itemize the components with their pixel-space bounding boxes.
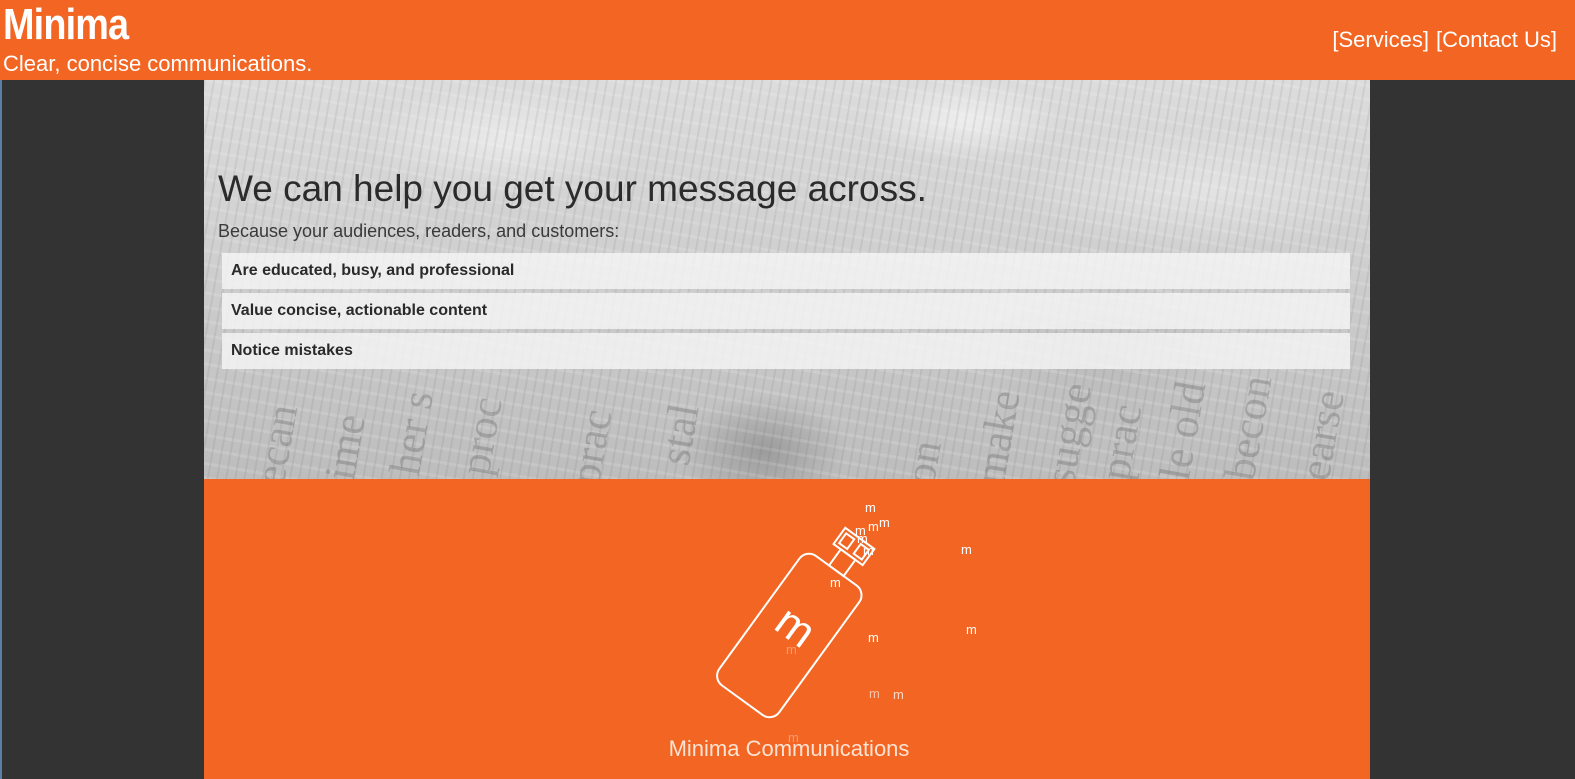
- site-logo-text[interactable]: Minima: [3, 0, 129, 50]
- list-item: Value concise, actionable content: [222, 293, 1350, 329]
- site-tagline: Clear, concise communications.: [3, 51, 313, 76]
- background-newsprint: ime: [314, 410, 375, 479]
- spray-glyph: m: [961, 542, 972, 557]
- spray-glyph: m: [966, 622, 977, 637]
- spray-glyph: m: [865, 500, 876, 515]
- background-newsprint: stal: [649, 399, 709, 469]
- spray-bottle-icon: m m m m m m m m m m m m m m m: [716, 500, 977, 745]
- hero-subtitle: Because your audiences, readers, and cus…: [218, 221, 620, 241]
- bottle-neck: [827, 547, 857, 578]
- hero-title: We can help you get your message across.: [218, 168, 927, 209]
- left-edge-border: [0, 80, 2, 779]
- spray-glyph: m: [868, 630, 879, 645]
- brand-footer: m m m m m m m m m m m m m m m Minima Com…: [204, 479, 1370, 779]
- nav-link-contact-us[interactable]: [Contact Us]: [1436, 27, 1557, 53]
- spray-glyph: m: [830, 575, 841, 590]
- spray-glyph: m: [879, 515, 890, 530]
- spray-glyph: m: [868, 519, 879, 534]
- reasons-list: Are educated, busy, and professional Val…: [222, 253, 1350, 373]
- spray-glyph: m: [863, 543, 874, 558]
- list-item: Notice mistakes: [222, 333, 1350, 369]
- main-nav: [Services] [Contact Us]: [1332, 27, 1557, 53]
- site-header: Minima Clear, concise communications. [S…: [0, 0, 1575, 80]
- list-item: Are educated, busy, and professional: [222, 253, 1350, 289]
- hero-section: ecan ime her s proc prac stal on make su…: [204, 80, 1370, 479]
- spray-glyph: m: [869, 686, 880, 701]
- background-newsprint: on: [894, 436, 951, 479]
- nozzle-detail: [837, 532, 856, 551]
- company-name: Minima Communications: [668, 736, 910, 761]
- spray-glyph: m: [786, 642, 797, 657]
- nav-link-services[interactable]: [Services]: [1332, 27, 1429, 53]
- spray-glyph: m: [893, 687, 904, 702]
